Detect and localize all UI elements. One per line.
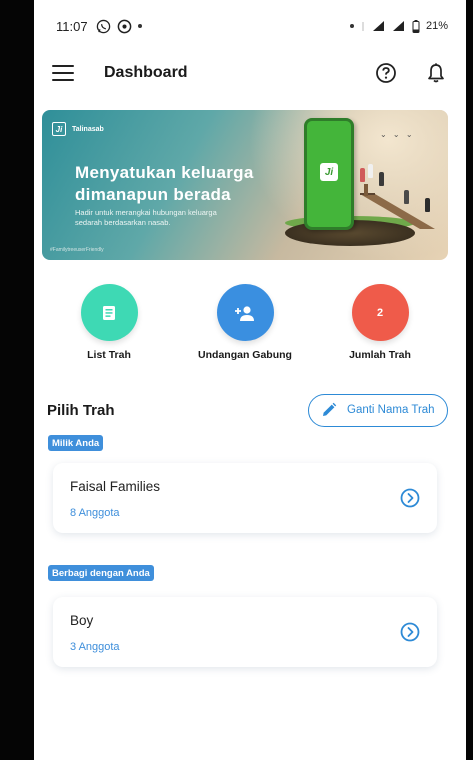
page-title: Dashboard [104,64,188,81]
status-dot [349,24,354,28]
trah-name: Faisal Families [70,479,161,494]
list-trah-button[interactable]: List Trah [49,284,169,361]
rename-trah-button[interactable]: Ganti Nama Trah [308,393,448,427]
banner-headline: Menyatukan keluarga dimanapun berada [75,163,254,204]
banner-hashtag: #FamilytreeuserFriendly [50,247,104,253]
talinasab-logo-icon: Ji [52,122,66,136]
undangan-gabung-label: Undangan Gabung [198,349,292,361]
undangan-gabung-button[interactable]: Undangan Gabung [185,284,305,361]
app-logo-icon: Ji [320,163,338,181]
device-top-edge [0,0,473,9]
data-arrows-icon [362,21,364,31]
chevron-right-circle-icon[interactable] [400,488,420,508]
app-bar: Dashboard [34,53,466,93]
trah-member-count: 8 Anggota [70,507,120,519]
jumlah-trah-count: 2 [376,306,384,319]
app-screen: 11:07 21% Dashboard Ji Talinasab Menyatu… [34,9,466,760]
jumlah-trah-circle[interactable]: 2 [351,284,409,341]
banner-subline: Hadir untuk merangkai hubungan keluarga … [75,208,217,227]
trah-member-count: 3 Anggota [70,641,120,653]
banner-logo: Ji Talinasab [52,122,104,136]
battery-icon [412,19,420,33]
chevron-right-circle-icon[interactable] [400,622,420,642]
battery-percent: 21% [425,20,448,32]
family-illustration [360,168,365,182]
status-bar: 11:07 21% [34,9,466,43]
list-icon [103,305,115,320]
list-trah-label: List Trah [87,349,131,361]
jumlah-trah-button[interactable]: 2 Jumlah Trah [320,284,440,361]
chip-milik-anda: Milik Anda [48,435,104,451]
menu-icon[interactable] [52,65,74,81]
promo-banner[interactable]: Ji Talinasab Menyatukan keluarga dimanap… [42,110,448,260]
trah-name: Boy [70,613,94,628]
notification-dot [137,24,142,28]
section-title: Pilih Trah [47,401,115,419]
add-person-icon [235,305,254,321]
banner-brand: Talinasab [72,125,104,133]
trah-card-boy[interactable]: Boy 3 Anggota [53,597,437,667]
device-left-bezel [0,0,34,760]
rename-trah-label: Ganti Nama Trah [347,404,435,416]
status-time: 11:07 [56,18,88,34]
pencil-icon [323,402,337,416]
birds-illustration: ⌄ ⌄ ⌄ [380,130,415,139]
bell-icon[interactable] [424,61,448,85]
list-trah-circle[interactable] [80,284,138,341]
phone-illustration: Ji [304,118,354,230]
signal-icon [372,21,384,31]
whatsapp-icon [96,19,110,33]
device-right-bezel [466,0,473,760]
location-icon [117,19,131,33]
shortcut-row: List Trah Undangan Gabung 2 Jumlah Trah [34,284,466,364]
signal-icon-2 [392,21,404,31]
pilih-trah-header: Pilih Trah Ganti Nama Trah [34,393,466,427]
jumlah-trah-label: Jumlah Trah [349,349,411,361]
help-circle-icon[interactable] [374,61,398,85]
chip-berbagi-dengan-anda: Berbagi dengan Anda [48,565,154,581]
undangan-gabung-circle[interactable] [216,284,274,341]
trah-card-faisal-families[interactable]: Faisal Families 8 Anggota [53,463,437,533]
